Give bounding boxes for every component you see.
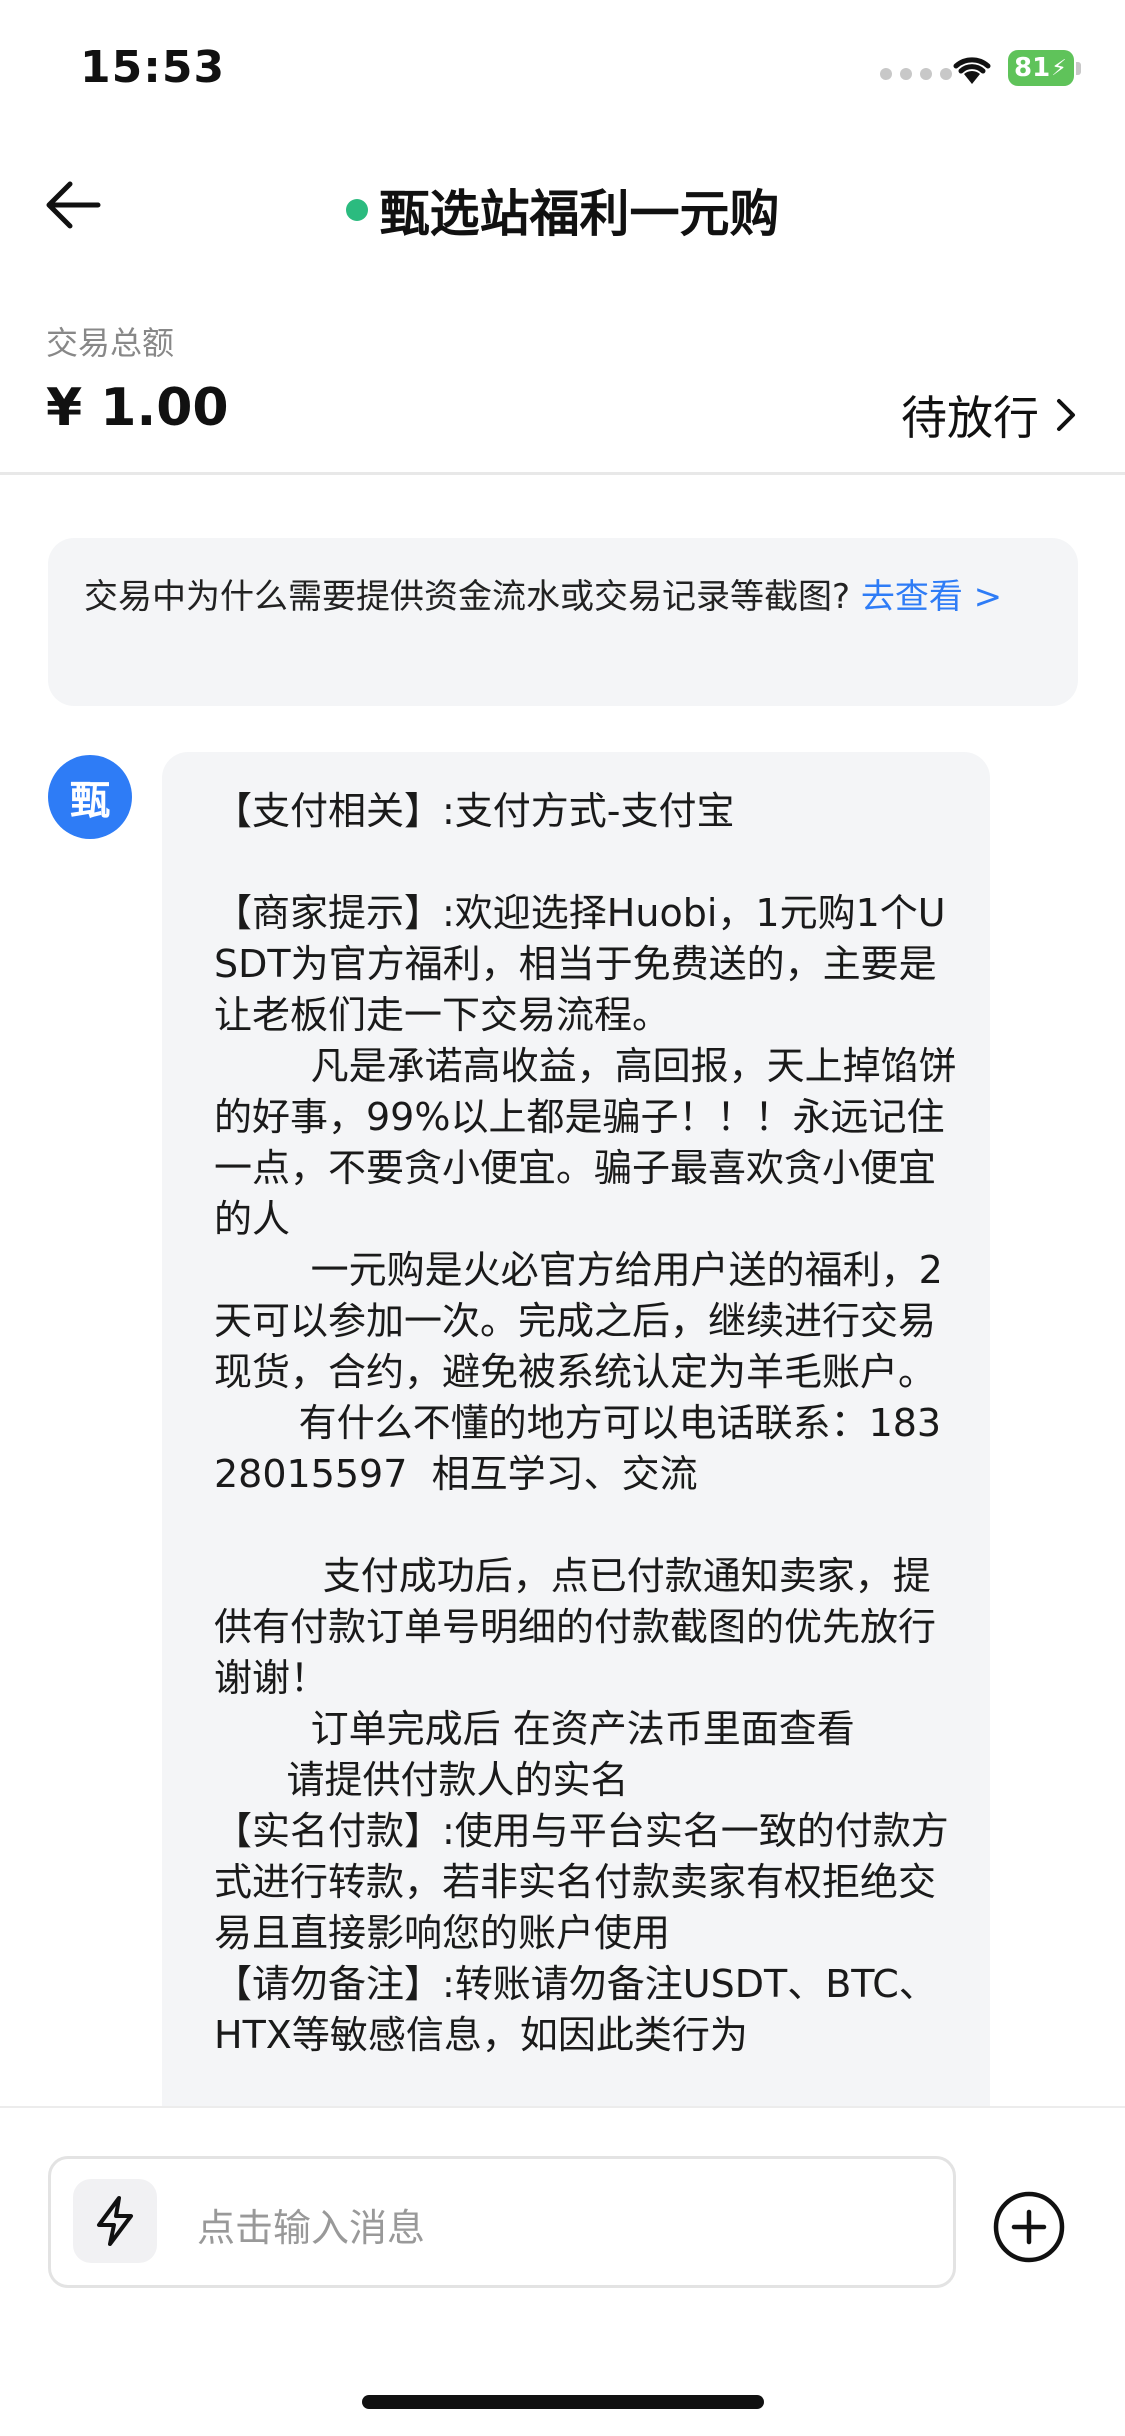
order-status-label: 待放行 xyxy=(901,391,1039,445)
lightning-icon xyxy=(97,2196,133,2246)
trade-summary: 交易总额 ¥ 1.00 待放行 xyxy=(0,300,1125,475)
notice-card: 交易中为什么需要提供资金流水或交易记录等截图? 去查看 > xyxy=(48,538,1078,706)
order-status-link[interactable]: 待放行 xyxy=(901,382,1079,448)
amount-label: 交易总额 xyxy=(46,324,175,362)
wifi-icon xyxy=(953,57,991,84)
amount-value: ¥ 1.00 xyxy=(46,378,229,438)
notice-link[interactable]: 去查看 > xyxy=(861,577,1002,617)
online-status-dot xyxy=(345,199,368,221)
chevron-right-icon xyxy=(1057,399,1075,431)
avatar[interactable]: 甄 xyxy=(48,755,132,839)
nav-bar: 甄选站福利一元购 xyxy=(0,150,1125,260)
input-area: 点击输入消息 xyxy=(0,2106,1125,2436)
battery-cap xyxy=(1076,62,1081,75)
status-time: 15:53 xyxy=(80,42,226,93)
notice-text: 交易中为什么需要提供资金流水或交易记录等截图? xyxy=(84,577,861,617)
message-input[interactable]: 点击输入消息 xyxy=(48,2156,956,2288)
quick-reply-button[interactable] xyxy=(73,2179,157,2263)
home-indicator xyxy=(362,2395,764,2409)
battery-level: 81 xyxy=(1014,53,1051,83)
page-title: 甄选站福利一元购 xyxy=(379,185,780,243)
message-bubble: 【支付相关】:支付方式-支付宝 【商家提示】:欢迎选择Huobi，1元购1个US… xyxy=(162,752,990,2112)
nav-title-group: 甄选站福利一元购 xyxy=(0,174,1125,246)
cellular-signal-icon xyxy=(880,68,952,80)
plus-circle-icon[interactable] xyxy=(992,2190,1066,2264)
message-text: 【支付相关】:支付方式-支付宝 【商家提示】:欢迎选择Huobi，1元购1个US… xyxy=(214,789,957,2057)
battery-indicator: 81 ⚡ xyxy=(1008,50,1074,86)
input-placeholder: 点击输入消息 xyxy=(197,2206,426,2250)
status-bar: 15:53 81 ⚡ xyxy=(0,0,1125,140)
